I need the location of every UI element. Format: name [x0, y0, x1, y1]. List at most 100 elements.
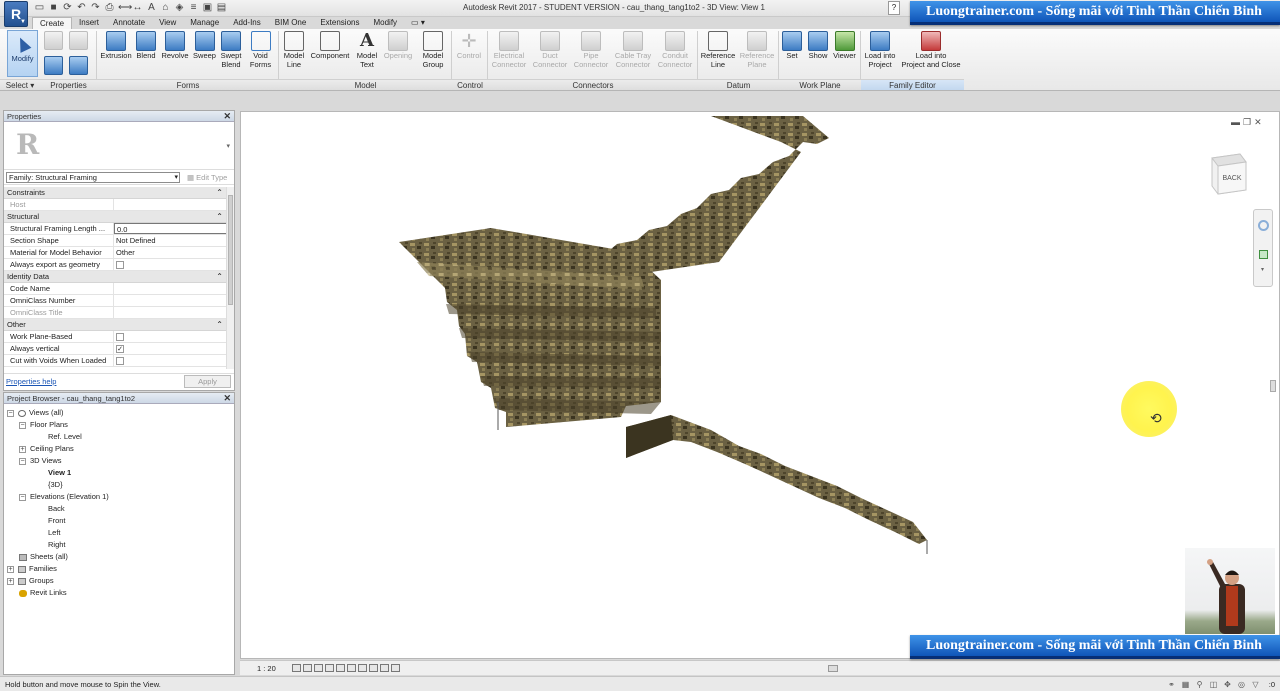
select-by-face-icon[interactable]: ◫: [1209, 680, 1218, 689]
horizontal-scrollbar-thumb[interactable]: [828, 665, 838, 672]
load-into-project-close-button[interactable]: Load into Project and Close: [899, 31, 963, 69]
open-icon[interactable]: ▭: [34, 2, 45, 13]
tab-annotate[interactable]: Annotate: [106, 17, 152, 29]
background-process-icon[interactable]: ◎: [1237, 680, 1246, 689]
collapse-icon[interactable]: ⌃: [216, 187, 223, 199]
tree-node-right[interactable]: Right: [48, 540, 66, 550]
sweep-button[interactable]: Sweep: [191, 31, 218, 61]
always-export-checkbox[interactable]: [116, 261, 124, 269]
cut-with-voids-checkbox[interactable]: [116, 357, 124, 365]
undo-icon[interactable]: ↶: [76, 2, 87, 13]
tree-node-sheets[interactable]: Sheets (all): [19, 552, 68, 562]
expand-icon[interactable]: +: [7, 565, 14, 573]
group-constraints[interactable]: Constraints ⌃: [4, 187, 227, 199]
minimize-icon[interactable]: ▬: [1231, 117, 1240, 128]
restore-icon[interactable]: ❐: [1243, 117, 1251, 128]
vertical-scrollbar-thumb[interactable]: [1270, 380, 1276, 392]
text-icon[interactable]: A: [146, 2, 157, 13]
model-group-button[interactable]: Model Group: [419, 31, 447, 69]
collapse-icon[interactable]: ⌃: [216, 271, 223, 283]
expand-icon[interactable]: +: [19, 445, 26, 453]
model-text-button[interactable]: A Model Text: [353, 31, 381, 69]
close-icon[interactable]: ✕: [223, 393, 231, 404]
measure-icon[interactable]: ⟷: [118, 2, 132, 13]
opening-button[interactable]: Opening: [381, 31, 415, 61]
component-button[interactable]: Component: [308, 31, 352, 61]
family-types-tool[interactable]: [44, 56, 63, 76]
collapse-icon[interactable]: ⌃: [216, 319, 223, 331]
close-icon[interactable]: ✕: [223, 111, 231, 122]
tree-node-ceiling-plans[interactable]: + Ceiling Plans: [19, 444, 74, 454]
tree-node-front[interactable]: Front: [48, 516, 66, 526]
collapse-icon[interactable]: −: [19, 457, 26, 465]
group-other[interactable]: Other ⌃: [4, 319, 227, 331]
close-hidden-icon[interactable]: ▣: [202, 2, 213, 13]
view-scale[interactable]: 1 : 20: [257, 664, 276, 673]
pipe-connector-button[interactable]: Pipe Connector: [571, 31, 611, 69]
tab-modify[interactable]: Modify: [366, 17, 404, 29]
tree-node-groups[interactable]: + Groups: [7, 576, 54, 586]
tree-node-view-1[interactable]: View 1: [48, 468, 71, 478]
dimension-icon[interactable]: ↔: [132, 2, 143, 13]
chevron-down-icon[interactable]: ▾: [1261, 266, 1264, 273]
visual-style-icon[interactable]: [303, 664, 312, 672]
work-plane-based-checkbox[interactable]: [116, 333, 124, 341]
group-structural[interactable]: Structural ⌃: [4, 211, 227, 223]
structural-framing-length-input[interactable]: 0.0: [114, 223, 227, 234]
shadows-icon[interactable]: [325, 664, 334, 672]
show-crop-region-icon[interactable]: [358, 664, 367, 672]
zoom-icon[interactable]: [1259, 250, 1268, 259]
select-pinned-icon[interactable]: ⚲: [1195, 680, 1204, 689]
tree-node-3d-views[interactable]: −3D Views: [19, 456, 62, 466]
edit-type-button[interactable]: ▦ Edit Type: [187, 172, 227, 183]
extrusion-button[interactable]: Extrusion: [100, 31, 132, 61]
tree-node-back[interactable]: Back: [48, 504, 65, 514]
viewer-button[interactable]: Viewer: [831, 31, 858, 61]
tree-node-families[interactable]: + Families: [7, 564, 57, 574]
always-vertical-checkbox[interactable]: ✓: [116, 345, 124, 353]
3d-view-icon[interactable]: ⌂: [160, 2, 171, 13]
type-parameters-tool[interactable]: [69, 56, 88, 76]
void-forms-button[interactable]: Void Forms: [247, 31, 274, 69]
section-shape-value[interactable]: Not Defined: [114, 235, 227, 246]
group-identity-data[interactable]: Identity Data ⌃: [4, 271, 227, 283]
tab-manage[interactable]: Manage: [183, 17, 226, 29]
application-menu-button[interactable]: R ▼: [4, 1, 28, 27]
reference-line-button[interactable]: Reference Line: [699, 31, 737, 69]
electrical-connector-button[interactable]: Electrical Connector: [489, 31, 529, 69]
family-category-tool[interactable]: [69, 31, 88, 51]
reveal-hidden-icon[interactable]: [391, 664, 400, 672]
modify-button[interactable]: Modify: [7, 30, 38, 77]
collapse-icon[interactable]: −: [19, 493, 26, 501]
properties-scrollbar[interactable]: [226, 187, 234, 369]
tab-create[interactable]: Create: [32, 17, 73, 29]
tree-node-revit-links[interactable]: Revit Links: [19, 588, 67, 598]
show-rendering-icon[interactable]: [336, 664, 345, 672]
select-panel-label[interactable]: Select ▾: [0, 79, 40, 90]
select-underlay-icon[interactable]: ▦: [1181, 680, 1190, 689]
drag-elements-icon[interactable]: ✥: [1223, 680, 1232, 689]
collapse-icon[interactable]: −: [7, 409, 14, 417]
apply-button[interactable]: Apply: [184, 375, 231, 388]
blend-button[interactable]: Blend: [133, 31, 159, 61]
revolve-button[interactable]: Revolve: [160, 31, 190, 61]
print-icon[interactable]: ⎙: [104, 2, 115, 13]
conduit-connector-button[interactable]: Conduit Connector: [655, 31, 695, 69]
ribbon-options-toggle[interactable]: ▭ ▾: [404, 17, 432, 29]
swept-blend-button[interactable]: Swept Blend: [218, 31, 244, 69]
collapse-icon[interactable]: ⌃: [216, 211, 223, 223]
sun-path-icon[interactable]: [314, 664, 323, 672]
cable-tray-connector-button[interactable]: Cable Tray Connector: [612, 31, 654, 69]
code-name-value[interactable]: [114, 283, 227, 294]
redo-icon[interactable]: ↷: [90, 2, 101, 13]
lock-view-icon[interactable]: [369, 664, 378, 672]
temporary-hide-icon[interactable]: [380, 664, 389, 672]
tab-bim-one[interactable]: BIM One: [268, 17, 314, 29]
collapse-icon[interactable]: −: [19, 421, 26, 429]
family-filter-select[interactable]: Family: Structural Framing ▾: [6, 172, 180, 183]
viewcube[interactable]: BACK: [1206, 152, 1248, 196]
properties-help-link[interactable]: Properties help: [6, 377, 56, 386]
chevron-down-icon[interactable]: ▾: [226, 142, 230, 150]
tree-node-elevations[interactable]: − Elevations (Elevation 1): [19, 492, 109, 502]
sync-icon[interactable]: ⟳: [62, 2, 73, 13]
